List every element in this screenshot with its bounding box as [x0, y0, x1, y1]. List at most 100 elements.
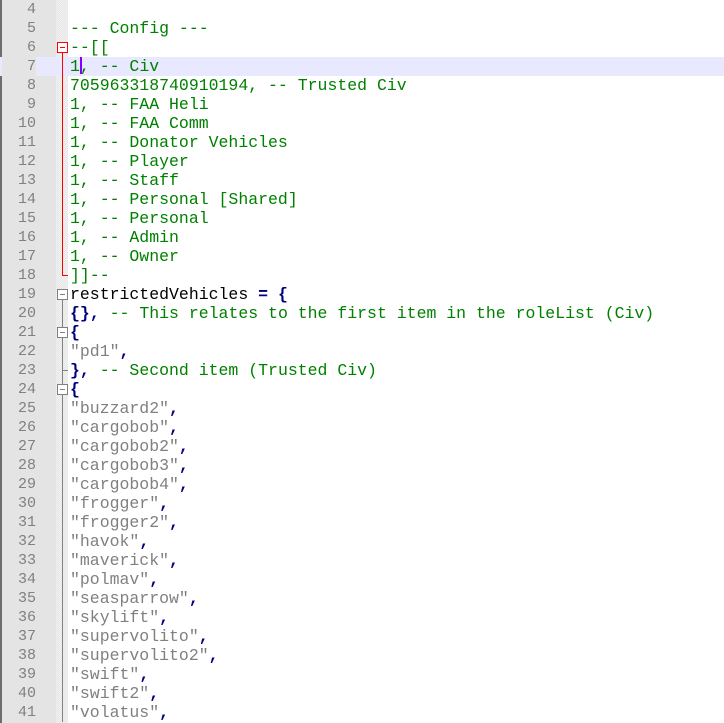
- line-code: "volatus",: [70, 703, 169, 722]
- code-line[interactable]: 14 1, -- Personal [Shared]: [0, 190, 724, 209]
- code-line[interactable]: 10 1, -- FAA Comm: [0, 114, 724, 133]
- code-line[interactable]: 28 "cargobob3",: [0, 456, 724, 475]
- line-number: 38: [17, 647, 36, 664]
- line-number: 23: [17, 362, 36, 379]
- code-line[interactable]: 11 1, -- Donator Vehicles: [0, 133, 724, 152]
- code-line[interactable]: 12 1, -- Player: [0, 152, 724, 171]
- code-line[interactable]: 25 "buzzard2",: [0, 399, 724, 418]
- operator-token: =: [248, 285, 278, 304]
- fold-guide-line: [62, 589, 63, 608]
- line-code: "havok",: [70, 532, 149, 551]
- code-line[interactable]: 21 {: [0, 323, 724, 342]
- code-line[interactable]: 41 "volatus",: [0, 703, 724, 722]
- string-token: "supervolito": [70, 627, 199, 646]
- line-number: 10: [17, 115, 36, 132]
- code-line[interactable]: 39 "swift",: [0, 665, 724, 684]
- line-number: 20: [17, 305, 36, 322]
- code-line[interactable]: 16 1, -- Admin: [0, 228, 724, 247]
- fold-guide-line: [62, 380, 63, 384]
- line-code: 1, -- Personal: [70, 209, 209, 228]
- code-line[interactable]: 33 "maverick",: [0, 551, 724, 570]
- fold-guide: [57, 475, 68, 494]
- code-line[interactable]: 20 {}, -- This relates to the first item …: [0, 304, 724, 323]
- line-number: 35: [17, 590, 36, 607]
- line-code: 705963318740910194, -- Trusted Civ: [70, 76, 407, 95]
- code-line[interactable]: 8 705963318740910194, -- Trusted Civ: [0, 76, 724, 95]
- fold-guide-line: [62, 513, 63, 532]
- operator-token: {: [277, 285, 288, 304]
- line-code: 1, -- Owner: [70, 247, 179, 266]
- fold-guide-line: [62, 114, 63, 133]
- line-number: 37: [17, 628, 36, 645]
- code-line[interactable]: 18]]--: [0, 266, 724, 285]
- comment-token: , -- Civ: [79, 57, 160, 76]
- code-line[interactable]: 35 "seasparrow",: [0, 589, 724, 608]
- comment-token: 1, -- Staff: [70, 171, 179, 190]
- operator-token: ,: [178, 437, 189, 456]
- code-line[interactable]: 37 "supervolito",: [0, 627, 724, 646]
- code-editor[interactable]: 4 5 --- Config --- 6 --[[7 1, -- Civ 8 70596331…: [0, 0, 724, 723]
- fold-guide-line: [62, 608, 63, 627]
- code-line[interactable]: 13 1, -- Staff: [0, 171, 724, 190]
- fold-guide-line: [62, 665, 63, 684]
- code-line[interactable]: 23}, -- Second item (Trusted Civ): [0, 361, 724, 380]
- code-line[interactable]: 5 --- Config ---: [0, 19, 724, 38]
- line-number: 6: [26, 39, 36, 56]
- fold-guide: [57, 304, 68, 323]
- code-line[interactable]: 38 "supervolito2",: [0, 646, 724, 665]
- line-code: "cargobob4",: [70, 475, 189, 494]
- string-token: "polmav": [70, 570, 150, 589]
- line-number: 22: [17, 343, 36, 360]
- fold-guide: [57, 114, 68, 133]
- code-line[interactable]: 22 "pd1",: [0, 342, 724, 361]
- code-lines[interactable]: 4 5 --- Config --- 6 --[[7 1, -- Civ 8 70596331…: [0, 0, 724, 722]
- operator-token: ,: [169, 399, 179, 418]
- code-line[interactable]: 17 1, -- Owner: [0, 247, 724, 266]
- code-line[interactable]: 34 "polmav",: [0, 570, 724, 589]
- fold-guide: [57, 247, 68, 266]
- fold-end-marker: [57, 361, 68, 380]
- fold-guide-line: [62, 209, 63, 228]
- code-line[interactable]: 24 {: [0, 380, 724, 399]
- minus-box-icon: [57, 327, 68, 338]
- code-line[interactable]: 4: [0, 0, 724, 19]
- comment-token: --- Config ---: [70, 19, 209, 38]
- fold-guide-line: [62, 570, 63, 589]
- line-number: 18: [17, 267, 36, 284]
- code-line[interactable]: 15 1, -- Personal: [0, 209, 724, 228]
- code-line[interactable]: 26 "cargobob",: [0, 418, 724, 437]
- code-line[interactable]: 19 restrictedVehicles = {: [0, 285, 724, 304]
- line-number: 21: [17, 324, 36, 341]
- code-line[interactable]: 29 "cargobob4",: [0, 475, 724, 494]
- code-line[interactable]: 30 "frogger",: [0, 494, 724, 513]
- line-code: "supervolito",: [70, 627, 209, 646]
- line-number: 7: [2, 57, 36, 76]
- code-line[interactable]: 9 1, -- FAA Heli: [0, 95, 724, 114]
- code-line[interactable]: 32 "havok",: [0, 532, 724, 551]
- operator-token: ,: [149, 684, 160, 703]
- fold-collapse-icon[interactable]: [57, 323, 68, 342]
- line-code: --- Config ---: [70, 19, 209, 38]
- code-line[interactable]: 40 "swift2",: [0, 684, 724, 703]
- code-line[interactable]: 27 "cargobob2",: [0, 437, 724, 456]
- fold-collapse-icon[interactable]: [57, 285, 68, 304]
- line-number: 34: [17, 571, 36, 588]
- code-line-current[interactable]: 7 1, -- Civ: [0, 57, 724, 76]
- code-line[interactable]: 36 "skylift",: [0, 608, 724, 627]
- fold-guide: [57, 342, 68, 361]
- fold-guide: [57, 95, 68, 114]
- fold-guide: [57, 437, 68, 456]
- minus-box-icon: [57, 289, 68, 300]
- comment-token: --[[: [70, 38, 110, 57]
- code-line[interactable]: 6 --[[: [0, 38, 724, 57]
- comment-token: 705963318740910194, -- Trusted Civ: [70, 76, 407, 95]
- fold-collapse-icon[interactable]: [57, 380, 68, 399]
- fold-collapse-icon[interactable]: [57, 38, 68, 57]
- code-line[interactable]: 31 "frogger2",: [0, 513, 724, 532]
- line-code: 1, -- Donator Vehicles: [70, 133, 288, 152]
- fold-guide-line: [62, 418, 63, 437]
- line-code: "cargobob",: [70, 418, 179, 437]
- fold-guide-line: [62, 247, 63, 266]
- line-code: "pd1",: [70, 342, 129, 361]
- fold-guide: [57, 646, 68, 665]
